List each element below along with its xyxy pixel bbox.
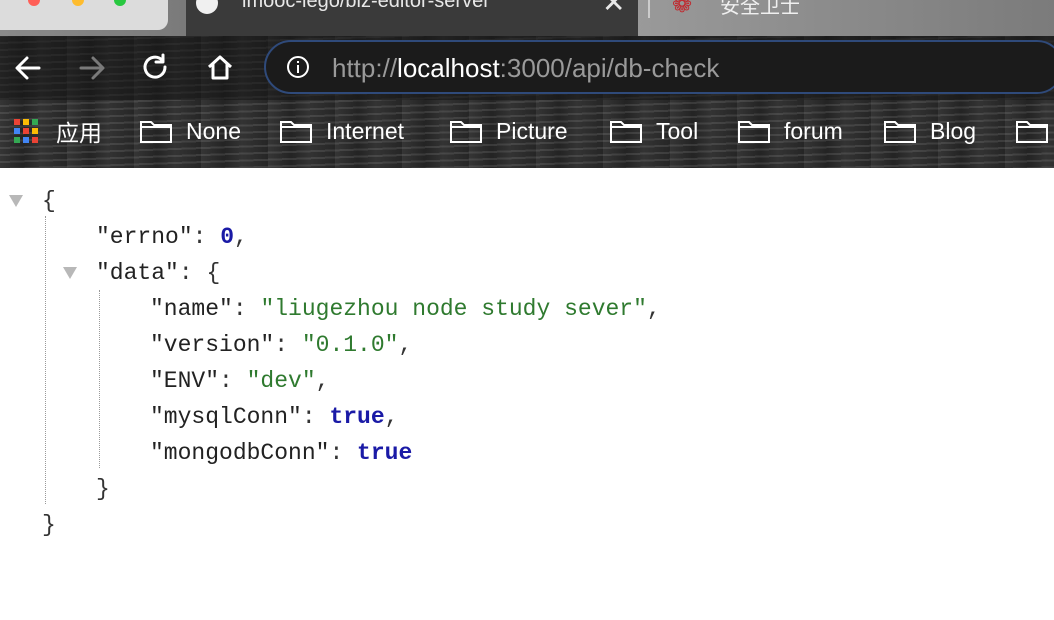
json-key: "ENV" — [150, 368, 220, 394]
json-string: "dev" — [246, 368, 316, 394]
reload-button[interactable] — [136, 48, 176, 88]
folder-icon — [610, 121, 642, 143]
tab-2-title[interactable]: 安全卫士 — [720, 0, 800, 19]
bookmark-label: forum — [784, 117, 843, 144]
json-row-version: "version": "0.1.0", — [150, 332, 412, 358]
json-key: "errno" — [96, 224, 193, 250]
bookmark-folder-more[interactable] — [1016, 116, 1054, 146]
json-comma: , — [234, 224, 248, 250]
json-row-mysqlconn: "mysqlConn": true, — [150, 404, 398, 430]
bookmark-folder-none[interactable]: None — [140, 116, 241, 146]
json-root-close: } — [42, 512, 56, 538]
json-colon: : — [178, 260, 207, 286]
json-key: "mysqlConn" — [150, 404, 302, 430]
folder-icon — [1016, 121, 1048, 143]
tab-close-icon[interactable]: ✕ — [602, 0, 625, 19]
folder-icon — [884, 121, 916, 143]
json-data-close: } — [96, 476, 110, 502]
json-root-open: { — [42, 188, 56, 214]
bookmarks-bar: 应用 None Internet Picture Tool forum Blog — [0, 102, 1054, 160]
forward-button[interactable] — [72, 48, 112, 88]
github-icon — [196, 0, 218, 14]
json-row-env: "ENV": "dev", — [150, 368, 329, 394]
forward-arrow-icon — [79, 56, 105, 80]
json-key: "mongodbConn" — [150, 440, 330, 466]
json-boolean: true — [357, 440, 413, 466]
minimize-window-icon[interactable] — [72, 0, 84, 6]
folder-icon — [280, 121, 312, 143]
address-bar[interactable]: http://localhost:3000/api/db-check — [264, 40, 1054, 94]
json-boolean: true — [329, 404, 385, 430]
tab-title: imooc-lego/biz-editor-server — [242, 0, 490, 12]
json-viewer: { "errno": 0, "data": { "name": "liugezh… — [0, 168, 1054, 620]
bookmark-folder-tool[interactable]: Tool — [610, 116, 698, 146]
bookmark-label: Blog — [930, 117, 977, 144]
home-button[interactable] — [200, 48, 240, 88]
folder-icon — [140, 121, 172, 143]
url-path: :3000/api/db-check — [499, 53, 720, 83]
json-row-name: "name": "liugezhou node study sever", — [150, 296, 661, 322]
json-colon: : — [219, 368, 247, 394]
navigation-bar: http://localhost:3000/api/db-check — [0, 36, 1054, 100]
bookmark-label: Internet — [326, 117, 404, 144]
maximize-window-icon[interactable] — [114, 0, 126, 6]
json-row-errno: "errno": 0, — [96, 224, 248, 250]
root-indent-guide — [45, 216, 46, 504]
folder-icon — [738, 121, 770, 143]
json-comma: , — [398, 332, 413, 358]
bookmark-label: Tool — [656, 117, 699, 144]
bookmark-folder-forum[interactable]: forum — [738, 116, 843, 146]
json-comma: , — [646, 296, 661, 322]
json-colon: : — [232, 296, 261, 322]
data-indent-guide — [99, 290, 100, 468]
json-colon: : — [192, 224, 221, 250]
brand-icon: ❁ — [672, 0, 693, 18]
json-key: "version" — [150, 332, 275, 358]
json-string: "0.1.0" — [301, 332, 399, 358]
back-arrow-icon — [15, 56, 41, 80]
json-colon: : — [274, 332, 302, 358]
apps-grid-icon — [14, 119, 38, 143]
bookmark-label: Picture — [496, 117, 568, 144]
tab-active[interactable]: imooc-lego/biz-editor-server ✕ — [186, 0, 638, 36]
json-row-mongodbconn: "mongodbConn": true — [150, 440, 412, 466]
json-comma: , — [315, 368, 330, 394]
home-icon — [207, 55, 233, 80]
json-data-open: { — [206, 260, 221, 286]
json-row-data: "data": { — [96, 260, 220, 286]
browser-chrome: imooc-lego/biz-editor-server ✕ ❁ 安全卫士 ht… — [0, 0, 1054, 168]
bookmark-apps[interactable]: 应用 — [14, 116, 102, 146]
json-key: "data" — [96, 260, 179, 286]
json-number: 0 — [220, 224, 235, 250]
bookmark-apps-label: 应用 — [56, 120, 102, 146]
back-button[interactable] — [8, 48, 48, 88]
close-window-icon[interactable] — [28, 0, 40, 6]
json-comma: , — [384, 404, 399, 430]
reload-icon — [143, 53, 167, 79]
bookmark-label: None — [186, 117, 241, 144]
json-colon: : — [329, 440, 358, 466]
bookmark-folder-blog[interactable]: Blog — [884, 116, 976, 146]
json-key: "name" — [150, 296, 233, 322]
bookmark-folder-internet[interactable]: Internet — [280, 116, 404, 146]
tab-separator — [648, 0, 650, 18]
collapse-data-toggle-icon[interactable] — [63, 267, 77, 279]
info-icon[interactable] — [286, 55, 310, 79]
url-text[interactable]: http://localhost:3000/api/db-check — [332, 53, 719, 84]
tab-strip: imooc-lego/biz-editor-server ✕ ❁ 安全卫士 — [0, 0, 1054, 36]
json-colon: : — [301, 404, 330, 430]
tab-previous[interactable] — [0, 0, 168, 30]
collapse-root-toggle-icon[interactable] — [9, 195, 23, 207]
url-scheme: http:// — [332, 53, 398, 83]
url-host: localhost — [397, 53, 500, 83]
json-string: "liugezhou node study sever" — [260, 296, 647, 322]
bookmark-folder-picture[interactable]: Picture — [450, 116, 568, 146]
folder-icon — [450, 121, 482, 143]
